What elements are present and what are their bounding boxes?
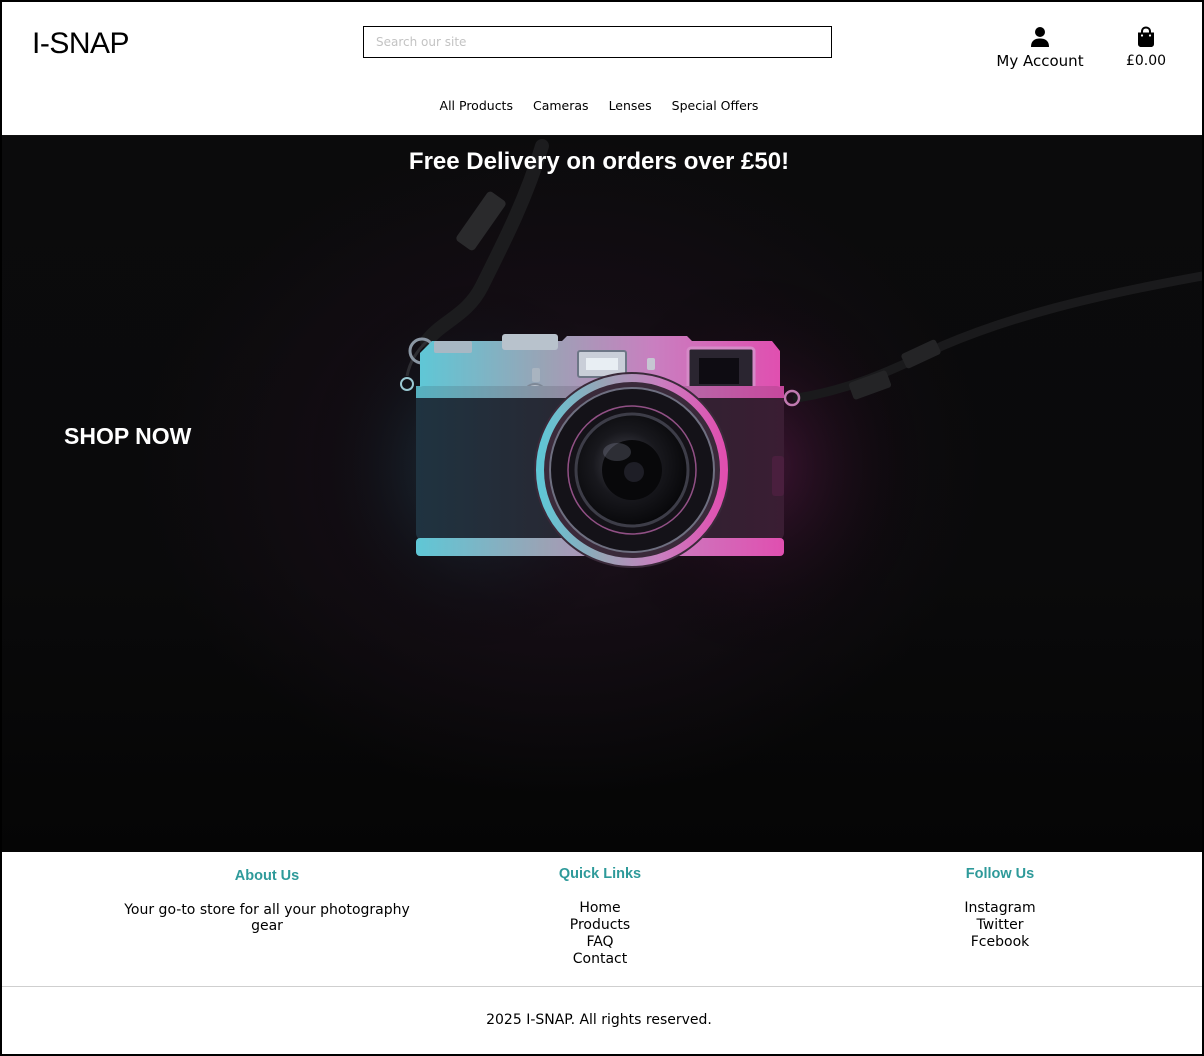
footer-follow-heading: Follow Us [965,866,1035,882]
footer-about: About Us Your go-to store for all your p… [115,868,419,934]
shopping-bag-icon [1120,26,1172,50]
hero-banner: Free Delivery on orders over £50! SHOP N… [2,136,1202,852]
nav-special-offers[interactable]: Special Offers [672,98,759,113]
footer-quick-links-heading: Quick Links [558,866,642,882]
footer-link-contact[interactable]: Contact [542,951,658,968]
nav-cameras[interactable]: Cameras [533,98,589,113]
promo-banner-text: Free Delivery on orders over £50! [408,148,790,175]
footer-about-text: Your go-to store for all your photograph… [124,902,410,934]
cart-total: £0.00 [1125,53,1167,69]
footer-link-faq[interactable]: FAQ [542,934,658,951]
cart-button[interactable]: £0.00 [1120,26,1172,69]
main-nav: All Products Cameras Lenses Special Offe… [2,98,1202,113]
hero-camera-image [302,139,1202,666]
site-logo[interactable]: I-SNAP [32,26,130,62]
footer-link-home[interactable]: Home [542,900,658,917]
site-footer: About Us Your go-to store for all your p… [2,852,1202,987]
footer-link-twitter[interactable]: Twitter [942,917,1058,934]
my-account-link[interactable]: My Account [992,26,1088,70]
footer-link-products[interactable]: Products [542,917,658,934]
footer-about-heading: About Us [234,868,300,884]
shop-now-button[interactable]: SHOP NOW [64,423,191,450]
my-account-label: My Account [996,52,1084,70]
footer-quick-links: Quick Links Home Products FAQ Contact [542,866,658,968]
footer-link-facebook[interactable]: Fcebook [942,934,1058,951]
user-icon [992,26,1088,50]
site-header: I-SNAP My Account £0.00 [2,2,1202,136]
page-frame: I-SNAP My Account £0.00 [0,0,1204,1056]
nav-lenses[interactable]: Lenses [609,98,652,113]
footer-follow: Follow Us Instagram Twitter Fcebook [942,866,1058,951]
search-input[interactable] [363,26,832,58]
nav-all-products[interactable]: All Products [440,98,513,113]
footer-link-instagram[interactable]: Instagram [942,900,1058,917]
copyright-text: 2025 I-SNAP. All rights reserved. [486,1011,712,1028]
